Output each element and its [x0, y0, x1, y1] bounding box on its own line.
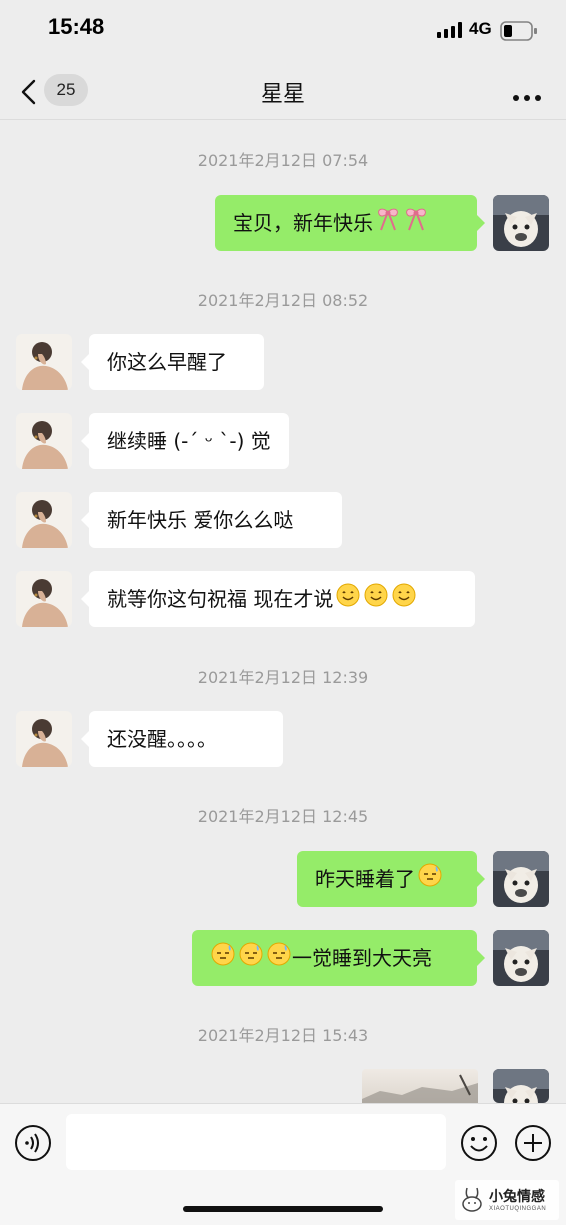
image-message[interactable]	[362, 1069, 478, 1103]
unread-count-badge[interactable]: 25	[44, 74, 88, 106]
signal-icon	[437, 22, 463, 42]
rabbit-logo-icon	[459, 1186, 487, 1218]
message-text: 继续睡 (-ˊ ᵕ ˋ-) 觉	[107, 429, 271, 453]
message-text: 昨天睡着了	[315, 867, 415, 891]
ribbon-icon	[375, 197, 401, 253]
my-avatar[interactable]	[493, 930, 549, 986]
status-time: 15:48	[48, 14, 105, 39]
home-indicator	[183, 1206, 383, 1212]
chat-header: 25 星星	[0, 62, 566, 120]
incoming-message-bubble[interactable]: 你这么早醒了	[81, 334, 264, 390]
incoming-message-bubble[interactable]: 就等你这句祝福 现在才说	[81, 571, 475, 629]
my-avatar[interactable]	[493, 195, 549, 251]
smile-emoji	[363, 573, 389, 629]
message-text: 就等你这句祝福 现在才说	[107, 587, 334, 611]
plus-icon[interactable]	[514, 1124, 552, 1166]
ribbon-icon	[403, 197, 429, 253]
message-text: 宝贝，新年快乐	[233, 211, 373, 235]
watermark: 小兔情感 XIAOTUQINGGAN	[455, 1180, 559, 1220]
contact-avatar[interactable]	[16, 413, 72, 469]
emoji-icon[interactable]	[460, 1124, 498, 1166]
timestamp: 2021年2月12日 15:43	[197, 1026, 369, 1045]
message-text: 还没醒。。。。	[107, 727, 217, 751]
message-text: 一觉睡到大天亮	[292, 946, 432, 970]
message-text: 新年快乐 爱你么么哒	[107, 508, 294, 532]
message-text: 你这么早醒了	[107, 350, 227, 374]
message-list[interactable]: 2021年2月12日 07:54 宝贝，新年快乐 2021年2月12日 08:5…	[0, 121, 566, 1103]
sleepy-emoji	[266, 932, 292, 988]
sleepy-emoji	[210, 932, 236, 988]
contact-avatar[interactable]	[16, 571, 72, 627]
sleepy-emoji	[238, 932, 264, 988]
incoming-message-bubble[interactable]: 还没醒。。。。	[81, 711, 283, 767]
outgoing-message-bubble[interactable]: 一觉睡到大天亮	[192, 930, 485, 988]
my-avatar[interactable]	[493, 1069, 549, 1103]
contact-avatar[interactable]	[16, 711, 72, 767]
timestamp: 2021年2月12日 08:52	[197, 291, 369, 310]
timestamp: 2021年2月12日 12:39	[197, 668, 369, 687]
incoming-message-bubble[interactable]: 继续睡 (-ˊ ᵕ ˋ-) 觉	[81, 413, 289, 469]
contact-avatar[interactable]	[16, 492, 72, 548]
watermark-brand: 小兔情感	[489, 1189, 545, 1205]
network-type: 4G	[469, 19, 492, 38]
timestamp: 2021年2月12日 07:54	[197, 151, 369, 170]
voice-icon[interactable]	[14, 1124, 52, 1166]
smile-emoji	[335, 573, 361, 629]
status-bar: 15:48 4G	[0, 0, 566, 62]
outgoing-message-bubble[interactable]: 宝贝，新年快乐	[215, 195, 485, 253]
timestamp: 2021年2月12日 12:45	[197, 807, 369, 826]
more-icon[interactable]	[512, 87, 542, 106]
watermark-sub: XIAOTUQINGGAN	[489, 1206, 547, 1212]
smile-emoji	[391, 573, 417, 629]
back-icon[interactable]	[20, 79, 38, 109]
battery-icon	[500, 21, 538, 45]
sleepy-emoji	[417, 853, 443, 909]
my-avatar[interactable]	[493, 851, 549, 907]
outgoing-message-bubble[interactable]: 昨天睡着了	[297, 851, 485, 909]
incoming-message-bubble[interactable]: 新年快乐 爱你么么哒	[81, 492, 342, 548]
message-input[interactable]	[66, 1114, 446, 1170]
contact-avatar[interactable]	[16, 334, 72, 390]
chat-title: 星星	[260, 82, 305, 107]
